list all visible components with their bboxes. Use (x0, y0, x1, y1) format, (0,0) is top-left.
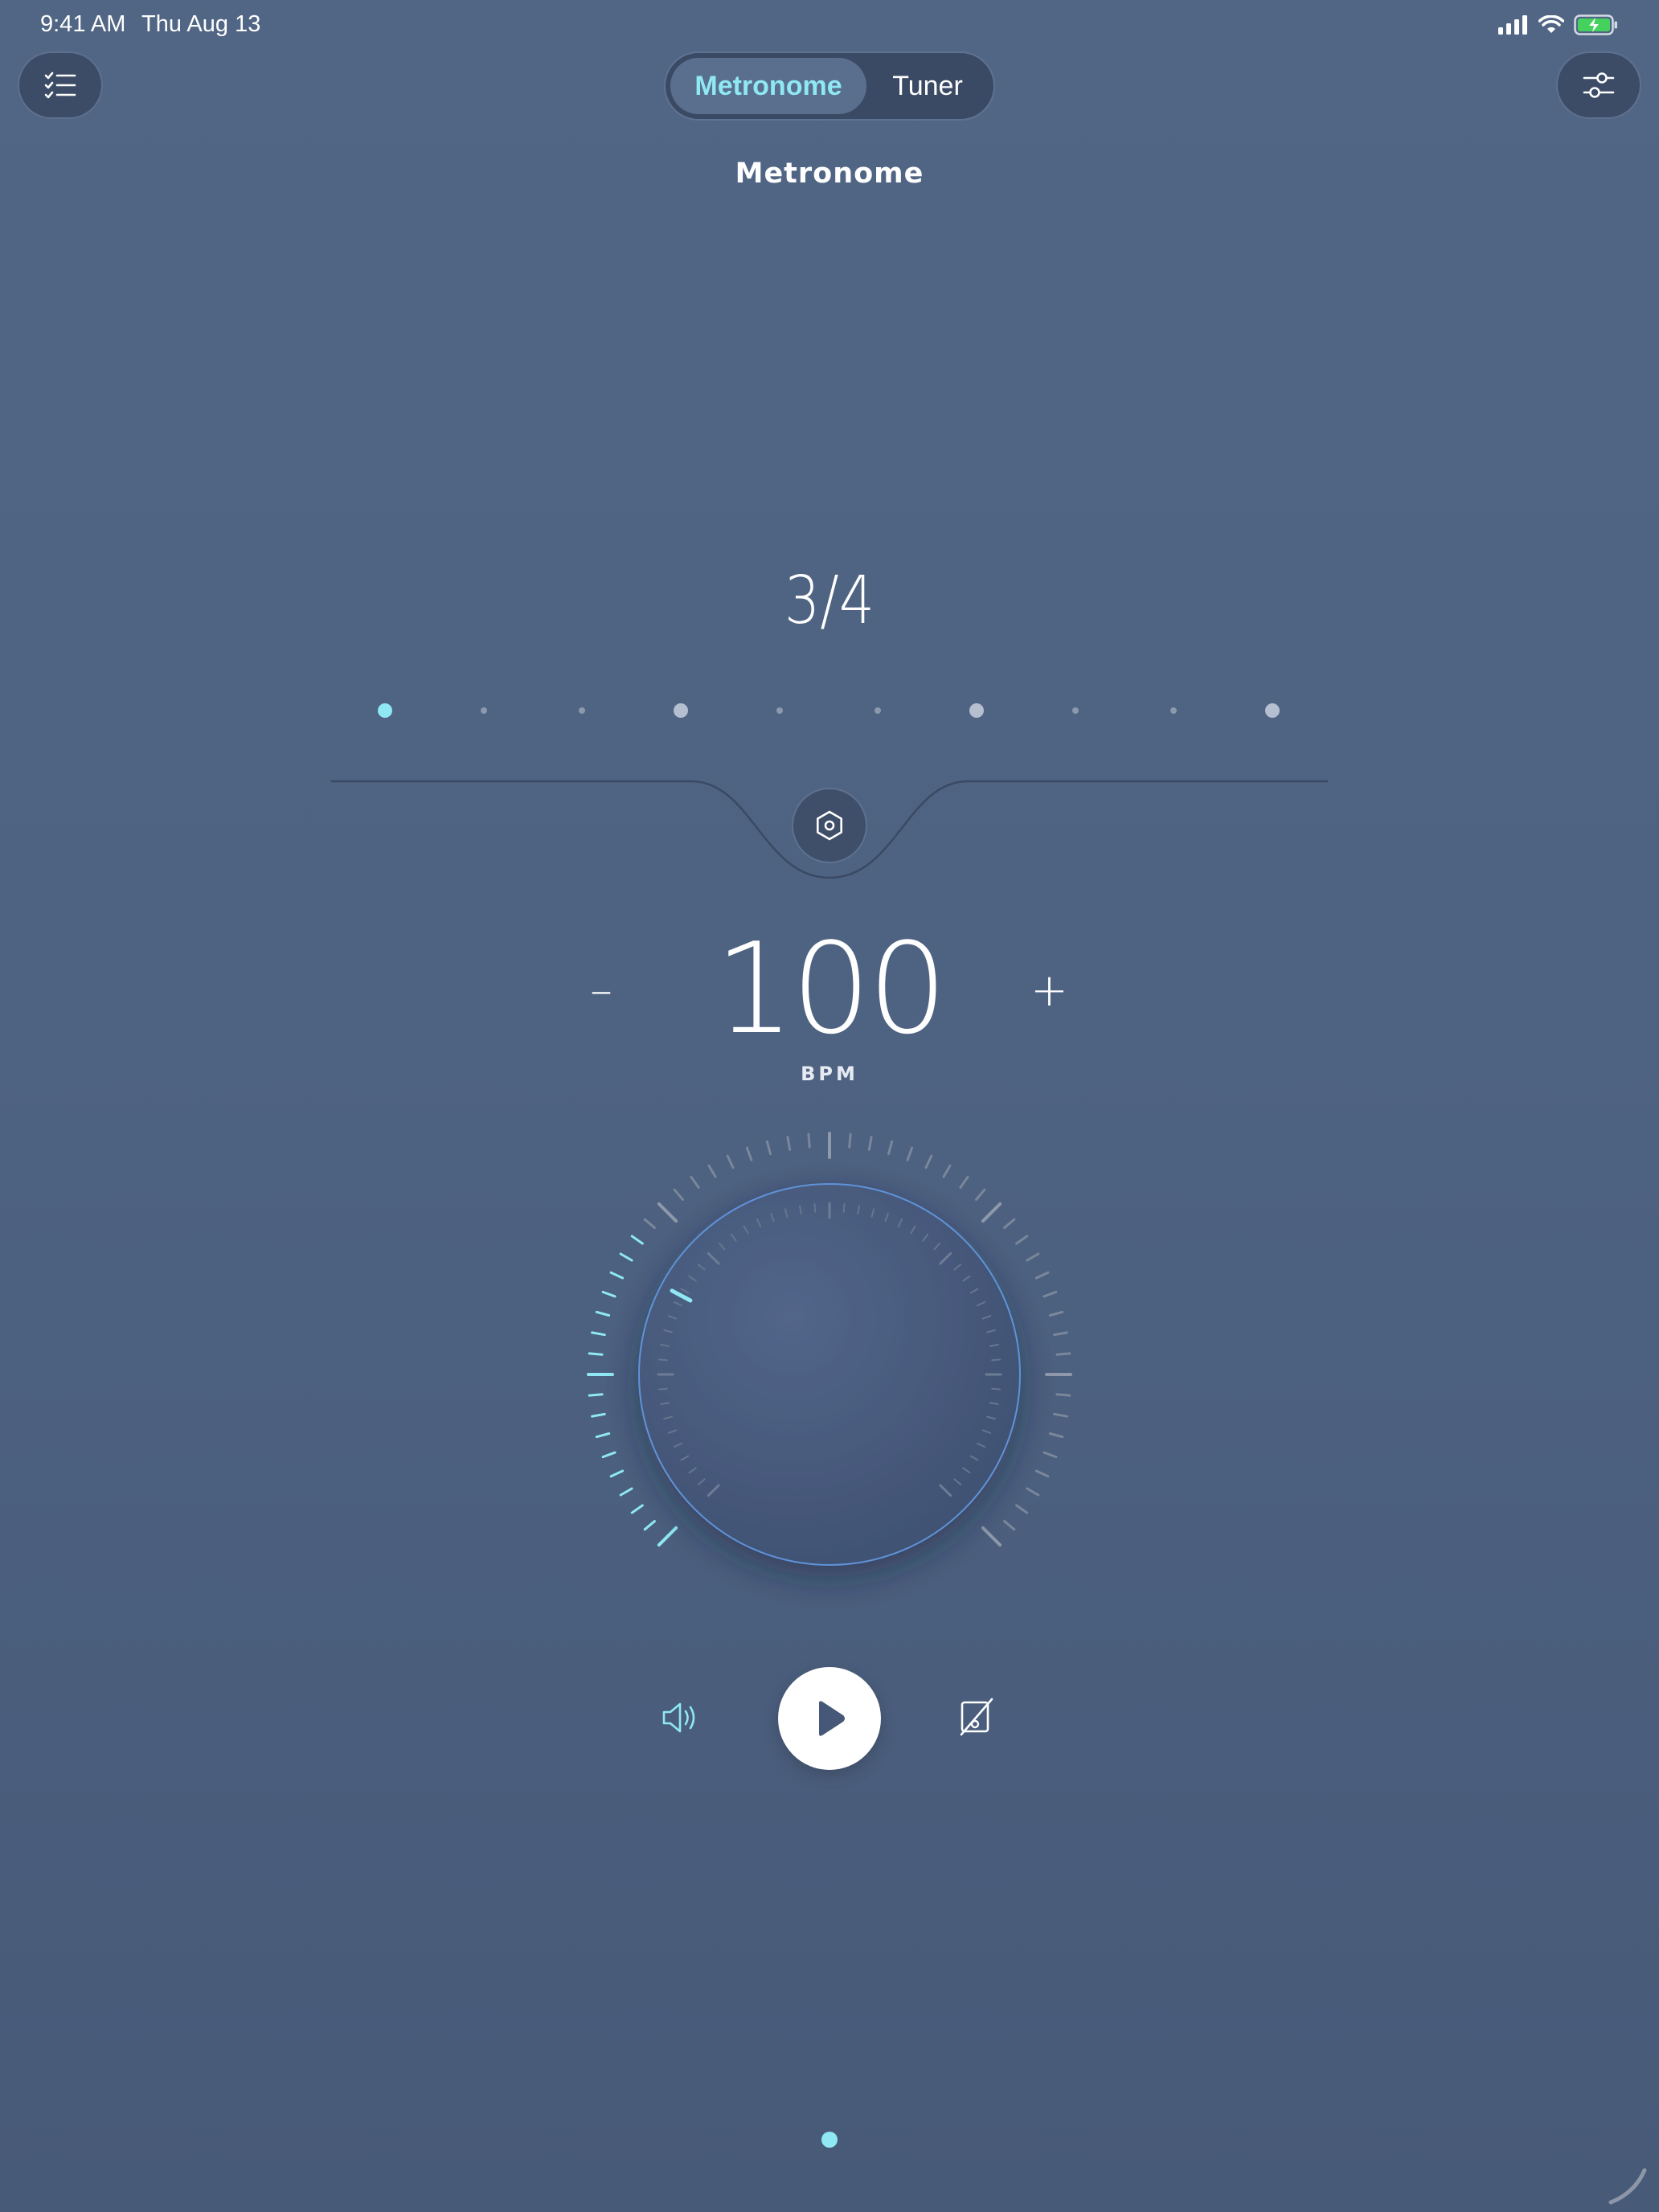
tab-tuner[interactable]: Tuner (866, 58, 989, 114)
dial-outer-tick (609, 1469, 625, 1478)
increase-bpm-button[interactable]: + (1030, 965, 1068, 1017)
dial-outer-tick (1015, 1235, 1029, 1245)
dial-outer-tick (643, 1520, 656, 1531)
dial-outer-tick (601, 1290, 616, 1298)
settings-sliders-button[interactable] (1556, 51, 1641, 119)
corner-arc-icon (1608, 2168, 1647, 2205)
dial-knob[interactable] (638, 1183, 1021, 1566)
tab-metronome[interactable]: Metronome (670, 58, 866, 114)
dial-inner-tick (991, 1358, 1002, 1362)
dial-outer-tick (643, 1218, 656, 1229)
dial-outer-tick (707, 1164, 717, 1178)
dial-outer-tick (1026, 1487, 1040, 1497)
mode-segmented-control: Metronome Tuner (664, 51, 995, 121)
dial-outer-tick (726, 1154, 735, 1169)
bpm-label: BPM (801, 1063, 858, 1085)
dial-outer-tick (1053, 1331, 1068, 1337)
beat-dot (875, 707, 882, 714)
dial-outer-tick (1003, 1520, 1016, 1531)
tempo-dial[interactable] (548, 1093, 1111, 1656)
battery-charging-icon (1574, 14, 1617, 35)
time-signature[interactable]: 3/4 (125, 563, 1534, 639)
dial-outer-tick (595, 1432, 611, 1439)
dial-outer-tick (887, 1140, 894, 1156)
beat-dot (480, 707, 487, 714)
status-time: 9:41 AM (40, 11, 126, 37)
play-button[interactable] (778, 1667, 881, 1770)
beat-dot (1170, 707, 1178, 714)
dial-outer-tick (619, 1487, 633, 1497)
dial-outer-tick (1003, 1218, 1016, 1229)
dial-outer-tick (630, 1504, 644, 1514)
sound-button[interactable] (661, 1699, 701, 1739)
dial-inner-tick (813, 1202, 817, 1213)
sliders-icon (1583, 72, 1615, 98)
beat-dot (579, 707, 586, 714)
beat-settings-button[interactable] (792, 788, 867, 863)
dial-outer-tick (591, 1412, 606, 1418)
dial-outer-tick (609, 1271, 625, 1280)
dial-inner-tick (991, 1387, 1002, 1391)
dial-outer-tick (619, 1252, 633, 1262)
dial-inner-tick (657, 1358, 668, 1362)
dial-outer-tick (942, 1164, 952, 1178)
dial-outer-tick (657, 1526, 678, 1547)
beat-dot (1265, 703, 1280, 718)
edit-disabled-icon (960, 1698, 993, 1736)
dial-outer-tick (745, 1146, 753, 1161)
bpm-value: 100 (715, 916, 948, 1062)
dial-outer-tick (906, 1146, 914, 1161)
dial-outer-tick (867, 1136, 873, 1151)
cellular-signal-icon (1498, 15, 1527, 35)
dial-outer-tick (690, 1175, 700, 1189)
dial-outer-tick (1015, 1504, 1029, 1514)
dial-outer-tick (657, 1202, 678, 1223)
beat-dot (378, 703, 392, 718)
dial-outer-tick (975, 1188, 986, 1201)
dial-outer-tick (981, 1526, 1002, 1547)
page-indicator-dot (821, 2132, 838, 2148)
dial-inner-tick (657, 1387, 668, 1391)
dial-outer-tick (786, 1136, 792, 1151)
wifi-icon (1538, 15, 1564, 33)
dial-outer-tick (1043, 1451, 1058, 1459)
checklist-button[interactable] (18, 51, 103, 119)
beat-dot (776, 707, 783, 714)
dial-outer-tick (601, 1451, 616, 1459)
play-icon (819, 1701, 845, 1736)
beat-dot (969, 703, 984, 718)
dial-outer-tick (959, 1175, 969, 1189)
dial-outer-tick (1026, 1252, 1040, 1262)
dial-outer-tick (1048, 1432, 1064, 1439)
dial-outer-tick (1034, 1469, 1050, 1478)
dial-outer-tick (924, 1154, 933, 1169)
beat-dot (1071, 707, 1079, 714)
dial-outer-tick (630, 1235, 644, 1245)
status-date: Thu Aug 13 (141, 11, 261, 37)
dial-outer-tick (591, 1331, 606, 1337)
hexagon-gear-icon (817, 810, 842, 841)
beat-dot (674, 703, 688, 718)
dial-outer-tick (1043, 1290, 1058, 1298)
edit-disabled-button[interactable] (958, 1698, 995, 1739)
speaker-icon (662, 1702, 695, 1733)
dial-outer-tick (765, 1140, 772, 1156)
dial-outer-tick (595, 1310, 611, 1317)
dial-inner-tick (842, 1202, 846, 1213)
page-title: Metronome (735, 158, 924, 190)
checklist-icon (44, 72, 76, 99)
dial-outer-tick (1048, 1310, 1064, 1317)
status-icons (1498, 14, 1619, 35)
dial-outer-tick (981, 1202, 1002, 1223)
dial-outer-tick (1053, 1412, 1068, 1418)
dial-outer-tick (1034, 1271, 1050, 1280)
dial-outer-tick (673, 1188, 684, 1201)
